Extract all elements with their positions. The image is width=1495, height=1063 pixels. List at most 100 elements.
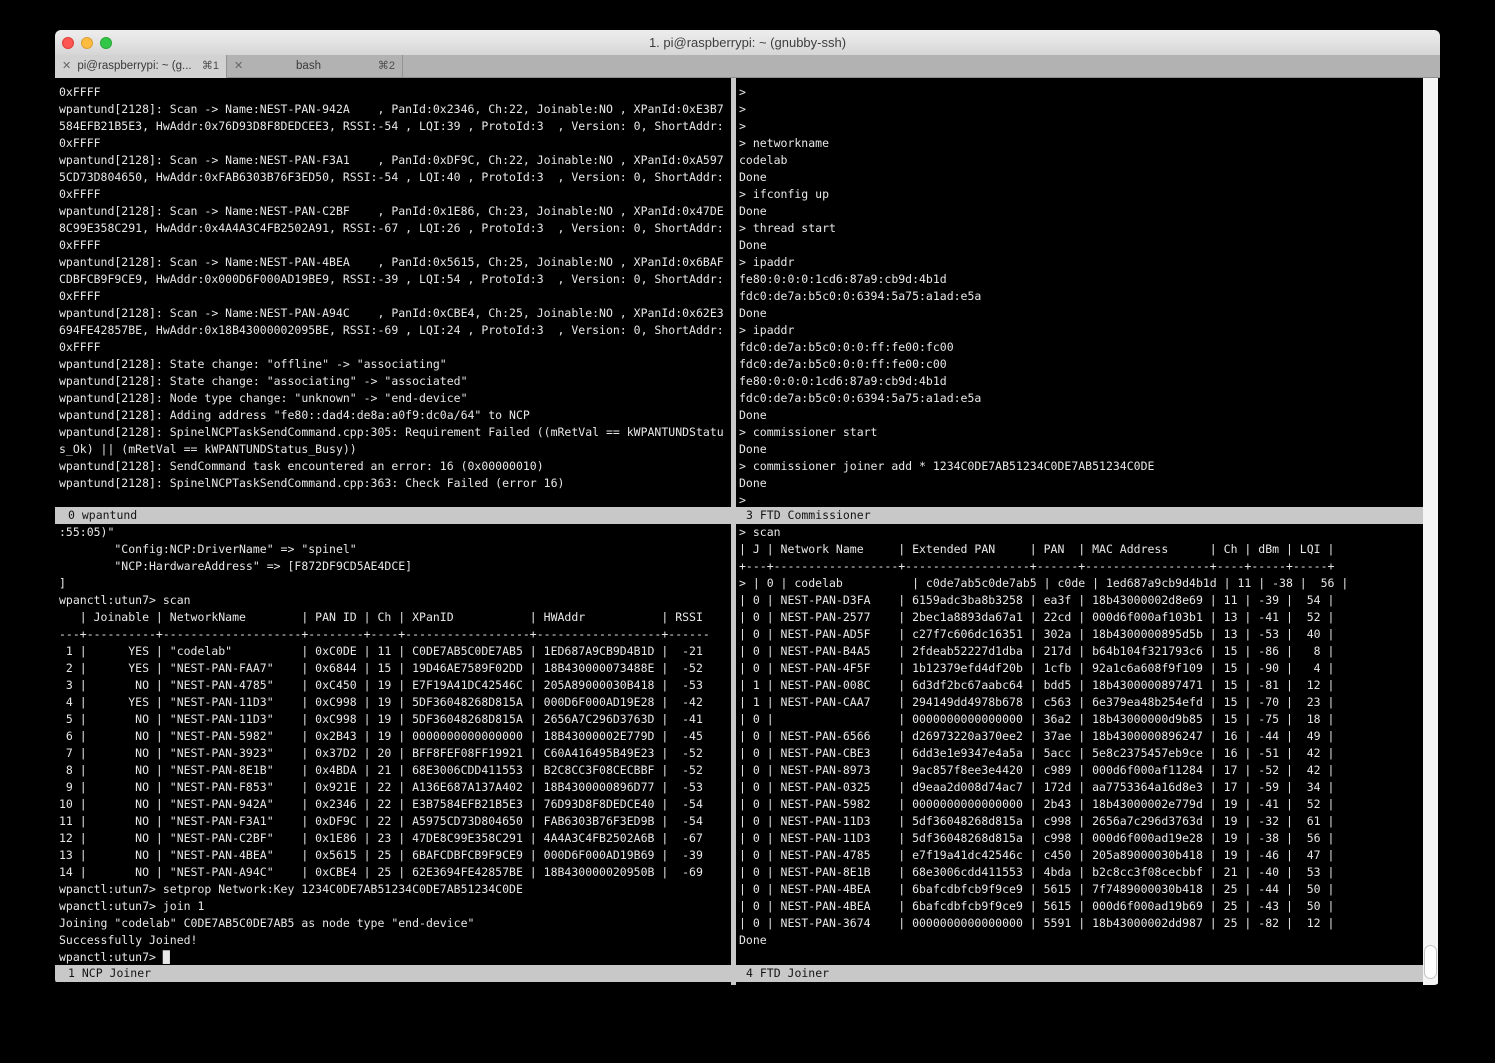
terminal-line: s_Ok) || (mRetVal == kWPANTUNDStatus_Bus… [59, 441, 731, 458]
tab-close-icon[interactable]: ✕ [234, 55, 243, 78]
terminal-line: ] [59, 575, 731, 592]
terminal-content: 0xFFFFwpantund[2128]: Scan -> Name:NEST-… [55, 78, 1440, 985]
terminal-line: 0xFFFF [59, 237, 731, 254]
terminal-line: | 0 | NEST-PAN-CBE3 | 6dd3e1e9347e4a5a |… [739, 745, 1423, 762]
terminal-line [739, 949, 1423, 965]
terminal-line: | 0 | NEST-PAN-8973 | 9ac857f8ee3e4420 |… [739, 762, 1423, 779]
terminal-line: wpanctl:utun7> join 1 [59, 898, 731, 915]
terminal-line: 10 | NO | "NEST-PAN-942A" | 0x2346 | 22 … [59, 796, 731, 813]
pane-ncp-joiner[interactable]: :55:05)" "Config:NCP:DriverName" => "spi… [59, 524, 731, 965]
terminal-line: > thread start [739, 220, 1423, 237]
terminal-line: Done [739, 203, 1423, 220]
tab-label: pi@raspberrypi: ~ (g... [77, 55, 192, 78]
terminal-line: | Joinable | NetworkName | PAN ID | Ch |… [59, 609, 731, 626]
terminal-line: wpantund[2128]: SpinelNCPTaskSendCommand… [59, 424, 731, 441]
pane-wpantund[interactable]: 0xFFFFwpantund[2128]: Scan -> Name:NEST-… [59, 84, 731, 509]
terminal-line: | 0 | NEST-PAN-4BEA | 6bafcdbfcb9f9ce9 |… [739, 881, 1423, 898]
terminal-line: 14 | NO | "NEST-PAN-A94C" | 0xCBE4 | 25 … [59, 864, 731, 881]
terminal-line: Done [739, 305, 1423, 322]
terminal-line: 0xFFFF [59, 186, 731, 203]
terminal-line: wpantund[2128]: State change: "associati… [59, 373, 731, 390]
terminal-line: 11 | NO | "NEST-PAN-F3A1" | 0xDF9C | 22 … [59, 813, 731, 830]
terminal-line: 584EFB21B5E3, HwAddr:0x76D93D8F8DEDCEE3,… [59, 118, 731, 135]
titlebar: 1. pi@raspberrypi: ~ (gnubby-ssh) [55, 30, 1440, 56]
terminal-line: wpantund[2128]: Scan -> Name:NEST-PAN-94… [59, 101, 731, 118]
terminal-line: > | 0 | codelab | c0de7ab5c0de7ab5 | c0d… [739, 575, 1423, 592]
terminal-line: +---+------------------+----------------… [739, 558, 1423, 575]
tab-close-icon[interactable]: ✕ [62, 55, 71, 78]
pane-status-wpantund: 0 wpantund [55, 507, 733, 524]
terminal-line: > [739, 84, 1423, 101]
terminal-line: | 0 | NEST-PAN-3674 | 0000000000000000 |… [739, 915, 1423, 932]
terminal-line: wpantund[2128]: Scan -> Name:NEST-PAN-F3… [59, 152, 731, 169]
terminal-line: > ifconfig up [739, 186, 1423, 203]
terminal-line: 0xFFFF [59, 339, 731, 356]
terminal-line: CDBFCB9F9CE9, HwAddr:0x000D6F000AD19BE9,… [59, 271, 731, 288]
terminal-window: 1. pi@raspberrypi: ~ (gnubby-ssh) ✕ pi@r… [55, 30, 1440, 985]
terminal-line: > commissioner joiner add * 1234C0DE7AB5… [739, 458, 1423, 475]
terminal-line: 8 | NO | "NEST-PAN-8E1B" | 0x4BDA | 21 |… [59, 762, 731, 779]
pane-ftd-joiner[interactable]: > scan| J | Network Name | Extended PAN … [739, 524, 1423, 965]
terminal-line: fdc0:de7a:b5c0:0:6394:5a75:a1ad:e5a [739, 288, 1423, 305]
tab-shortcut: ⌘1 [202, 55, 219, 78]
terminal-line: ---+----------+--------------------+----… [59, 626, 731, 643]
terminal-line: | 1 | NEST-PAN-CAA7 | 294149dd4978b678 |… [739, 694, 1423, 711]
terminal-line: | 0 | NEST-PAN-4785 | e7f19a41dc42546c |… [739, 847, 1423, 864]
terminal-line: | 0 | NEST-PAN-8E1B | 68e3006cdd411553 |… [739, 864, 1423, 881]
terminal-line: fe80:0:0:0:1cd6:87a9:cb9d:4b1d [739, 271, 1423, 288]
terminal-line: 12 | NO | "NEST-PAN-C2BF" | 0x1E86 | 23 … [59, 830, 731, 847]
terminal-line: 4 | YES | "NEST-PAN-11D3" | 0xC998 | 19 … [59, 694, 731, 711]
terminal-line: | 0 | NEST-PAN-6566 | d26973220a370ee2 |… [739, 728, 1423, 745]
tab-label: bash [249, 55, 368, 78]
scrollbar-track[interactable] [1423, 78, 1438, 985]
terminal-line: 1 | YES | "codelab" | 0xC0DE | 11 | C0DE… [59, 643, 731, 660]
terminal-line: | 0 | NEST-PAN-11D3 | 5df36048268d815a |… [739, 813, 1423, 830]
terminal-line: | 0 | | 0000000000000000 | 36a2 | 18b430… [739, 711, 1423, 728]
terminal-line: fdc0:de7a:b5c0:0:6394:5a75:a1ad:e5a [739, 390, 1423, 407]
terminal-line: wpantund[2128]: Adding address "fe80::da… [59, 407, 731, 424]
terminal-line: | 0 | NEST-PAN-5982 | 0000000000000000 |… [739, 796, 1423, 813]
pane-status-ftd-commissioner: 3 FTD Commissioner [733, 507, 1423, 524]
terminal-line: 5 | NO | "NEST-PAN-11D3" | 0xC998 | 19 |… [59, 711, 731, 728]
scrollbar-thumb[interactable] [1424, 945, 1437, 979]
terminal-line: 0xFFFF [59, 288, 731, 305]
pane-divider[interactable] [731, 78, 736, 985]
terminal-line: wpanctl:utun7> █ [59, 949, 731, 965]
terminal-line: wpanctl:utun7> scan [59, 592, 731, 609]
terminal-line: Done [739, 169, 1423, 186]
pane-status-ncp-joiner: 1 NCP Joiner [55, 965, 733, 982]
terminal-line: "Config:NCP:DriverName" => "spinel" [59, 541, 731, 558]
terminal-line: | 0 | NEST-PAN-0325 | d9eaa2d008d74ac7 |… [739, 779, 1423, 796]
terminal-line: | 0 | NEST-PAN-2577 | 2bec1a8893da67a1 |… [739, 609, 1423, 626]
terminal-line: 8C99E358C291, HwAddr:0x4A4A3C4FB2502A91,… [59, 220, 731, 237]
terminal-line: wpantund[2128]: State change: "offline" … [59, 356, 731, 373]
tab-bash[interactable]: ✕ bash ⌘2 [227, 55, 403, 78]
terminal-line: 5CD73D804650, HwAddr:0xFAB6303B76F3ED50,… [59, 169, 731, 186]
tab-bar: ✕ pi@raspberrypi: ~ (g... ⌘1 ✕ bash ⌘2 [55, 55, 1440, 78]
pane-ftd-commissioner[interactable]: >>>> networknamecodelabDone> ifconfig up… [739, 84, 1423, 509]
terminal-line: Done [739, 441, 1423, 458]
terminal-line: fe80:0:0:0:1cd6:87a9:cb9d:4b1d [739, 373, 1423, 390]
terminal-line: 0xFFFF [59, 84, 731, 101]
terminal-line: > [739, 101, 1423, 118]
terminal-line: | 0 | NEST-PAN-B4A5 | 2fdeab52227d1dba |… [739, 643, 1423, 660]
terminal-line: | 0 | NEST-PAN-AD5F | c27f7c606dc16351 |… [739, 626, 1423, 643]
terminal-line: | 1 | NEST-PAN-008C | 6d3df2bc67aabc64 |… [739, 677, 1423, 694]
terminal-line: wpantund[2128]: Node type change: "unkno… [59, 390, 731, 407]
terminal-line: codelab [739, 152, 1423, 169]
desktop: { "window": { "title": "1. pi@raspberryp… [0, 0, 1495, 1063]
terminal-line: | 0 | NEST-PAN-11D3 | 5df36048268d815a |… [739, 830, 1423, 847]
terminal-line: > ipaddr [739, 322, 1423, 339]
terminal-line: wpantund[2128]: Scan -> Name:NEST-PAN-C2… [59, 203, 731, 220]
tab-shortcut: ⌘2 [378, 55, 395, 78]
terminal-line: "NCP:HardwareAddress" => [F872DF9CD5AE4D… [59, 558, 731, 575]
terminal-line: 9 | NO | "NEST-PAN-F853" | 0x921E | 22 |… [59, 779, 731, 796]
terminal-line: wpantund[2128]: Scan -> Name:NEST-PAN-4B… [59, 254, 731, 271]
terminal-line: | 0 | NEST-PAN-D3FA | 6159adc3ba8b3258 |… [739, 592, 1423, 609]
terminal-line: :55:05)" [59, 524, 731, 541]
tab-ssh-session[interactable]: ✕ pi@raspberrypi: ~ (g... ⌘1 [55, 55, 227, 78]
terminal-line: | 0 | NEST-PAN-4F5F | 1b12379efd4df20b |… [739, 660, 1423, 677]
terminal-line: Done [739, 475, 1423, 492]
terminal-line: > commissioner start [739, 424, 1423, 441]
terminal-line: 3 | NO | "NEST-PAN-4785" | 0xC450 | 19 |… [59, 677, 731, 694]
